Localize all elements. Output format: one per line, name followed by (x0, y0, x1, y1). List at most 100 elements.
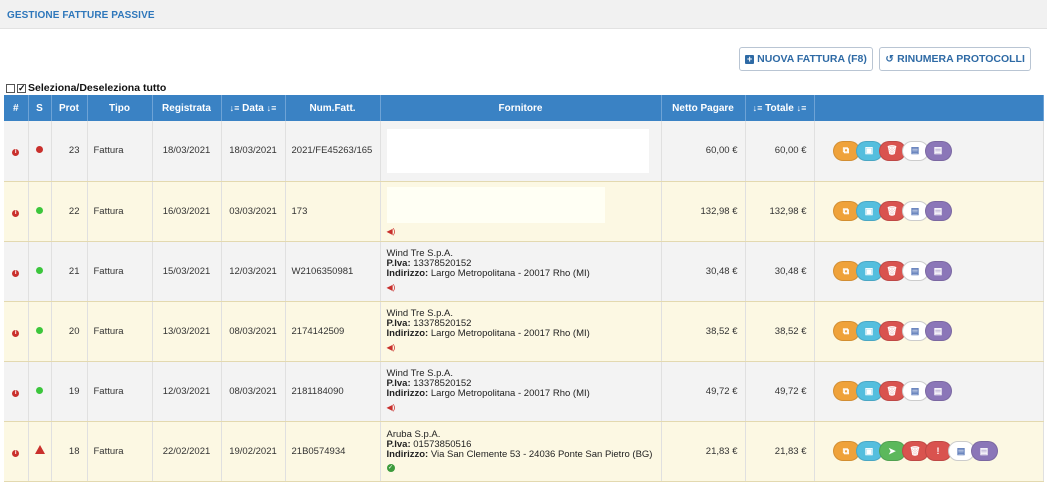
sort-desc-icon[interactable]: ↓≡ (267, 103, 277, 113)
money-icon: ▣ (864, 205, 874, 216)
row-numfatt: 173 (285, 181, 381, 242)
row-totale: 38,52 € (745, 301, 815, 362)
trash-icon: 🗑 (886, 145, 898, 156)
pdf-purple-button[interactable]: ▤ (924, 261, 952, 281)
pdf-icon: ▤ (979, 445, 989, 456)
info-icon[interactable]: i (12, 269, 20, 277)
speaker-icon[interactable]: ◀) (381, 227, 661, 236)
row-info[interactable]: i (4, 361, 29, 422)
info-icon[interactable]: i (12, 449, 20, 457)
plus-icon: + (745, 53, 755, 64)
row-registrata: 12/03/2021 (152, 361, 222, 422)
info-icon[interactable]: i (12, 149, 20, 157)
row-tipo: Fattura (87, 361, 153, 422)
speaker-icon[interactable]: ◀) (387, 403, 661, 413)
speaker-icon[interactable]: ◀) (387, 343, 661, 353)
pdf-purple-button[interactable]: ▤ (924, 140, 952, 161)
copy-icon: ⧉ (842, 325, 850, 336)
trash-icon: 🗑 (886, 385, 898, 396)
check-icon: ✓ (17, 82, 26, 93)
page-title: GESTIONE FATTURE PASSIVE (7, 10, 155, 21)
row-info[interactable]: i (4, 421, 29, 482)
row-actions: ⧉ ▣ 🗑 ▤ ▤ (814, 301, 1044, 362)
col-registrata[interactable]: Registrata (152, 95, 222, 121)
row-netto: 60,00 € (661, 121, 746, 182)
row-numfatt: W2106350981 (285, 241, 381, 302)
pdf-icon: ▤ (910, 325, 920, 336)
info-icon[interactable]: i (12, 209, 20, 217)
row-tipo: Fattura (87, 421, 153, 482)
select-all-label[interactable]: Seleziona/Deseleziona tutto (28, 82, 166, 94)
col-numfatt[interactable]: Num.Fatt. (285, 95, 381, 121)
info-icon[interactable]: i (12, 329, 20, 337)
status-dot-icon (36, 206, 43, 214)
row-registrata: 22/02/2021 (152, 421, 222, 482)
trash-icon: 🗑 (886, 265, 898, 276)
pdf-icon: ▤ (933, 385, 943, 396)
refresh-icon: ↺ (885, 53, 894, 65)
row-prot: 22 (51, 181, 88, 242)
pdf-purple-button[interactable]: ▤ (924, 201, 952, 221)
sort-desc-icon[interactable]: ↓≡ (797, 103, 807, 113)
pdf-icon: ▤ (933, 145, 943, 156)
pdf-icon: ▤ (910, 205, 920, 216)
pdf-purple-button[interactable]: ▤ (924, 381, 952, 401)
send-icon: ➤ (888, 445, 896, 456)
row-data: 19/02/2021 (221, 421, 286, 482)
table-row[interactable]: i 21 Fattura 15/03/2021 12/03/2021 W210635098… (4, 241, 1044, 302)
row-fornitore: Wind Tre S.p.A. P.Iva: 13378520152 Indiriz… (380, 361, 662, 422)
col-totale[interactable]: ↓≡ Totale ↓≡ (745, 95, 815, 121)
row-status (28, 181, 52, 242)
pdf-purple-button[interactable]: ▤ (970, 441, 998, 461)
table-row[interactable]: i 18 Fattura 22/02/2021 19/02/2021 21B0574934… (4, 421, 1044, 482)
row-fornitore (380, 121, 662, 182)
warning-icon (34, 445, 45, 454)
table-row[interactable]: i 23 Fattura 18/03/2021 18/03/2021 2021/FE452… (4, 121, 1044, 182)
row-info[interactable]: i (4, 241, 29, 302)
row-info[interactable]: i (4, 301, 29, 362)
table-row[interactable]: i 19 Fattura 12/03/2021 08/03/2021 2181184090… (4, 361, 1044, 422)
col-status: S (28, 95, 52, 121)
row-status (28, 301, 52, 362)
new-invoice-button[interactable]: + NUOVA FATTURA (F8) (739, 47, 873, 71)
pdf-icon: ▤ (910, 145, 920, 156)
col-hash: # (4, 95, 29, 121)
table-row[interactable]: i 22 Fattura 16/03/2021 03/03/2021 173 ◀) 132,9… (4, 181, 1044, 242)
trash-icon: 🗑 (886, 205, 898, 216)
row-status (28, 241, 52, 302)
table-row[interactable]: i 20 Fattura 13/03/2021 08/03/2021 2174142509… (4, 301, 1044, 362)
row-totale: 49,72 € (745, 361, 815, 422)
col-fornitore[interactable]: Fornitore (380, 95, 662, 121)
row-info[interactable]: i (4, 121, 29, 182)
page-header: GESTIONE FATTURE PASSIVE (0, 0, 1047, 29)
row-registrata: 13/03/2021 (152, 301, 222, 362)
sort-asc-icon[interactable]: ↓≡ (753, 103, 763, 113)
check-circle-icon: ✓ (386, 464, 395, 472)
sort-asc-icon[interactable]: ↓≡ (230, 103, 240, 113)
status-dot-icon (36, 326, 43, 334)
copy-icon: ⧉ (842, 265, 850, 276)
col-tipo[interactable]: Tipo (87, 95, 153, 121)
supplier-address: Via San Clemente 53 - 24036 Ponte San Pi… (430, 449, 653, 460)
select-all: ✓ Seleziona/Deseleziona tutto (6, 82, 166, 94)
renumber-button[interactable]: ↺ RINUMERA PROTOCOLLI (879, 47, 1031, 71)
row-numfatt: 2181184090 (285, 361, 381, 422)
col-data[interactable]: ↓≡ Data ↓≡ (221, 95, 286, 121)
row-prot: 20 (51, 301, 88, 362)
row-fornitore: Wind Tre S.p.A. P.Iva: 13378520152 Indiriz… (380, 241, 662, 302)
supplier-info: Wind Tre S.p.A. P.Iva: 13378520152 Indiriz… (381, 249, 661, 293)
col-prot[interactable]: Prot (51, 95, 88, 121)
row-actions: ⧉ ▣ 🗑 ▤ ▤ (814, 241, 1044, 302)
select-all-checkbox[interactable] (6, 83, 15, 93)
row-fornitore: Wind Tre S.p.A. P.Iva: 13378520152 Indiriz… (380, 301, 662, 362)
row-info[interactable]: i (4, 181, 29, 242)
speaker-icon[interactable]: ◀) (387, 283, 661, 293)
supplier-address: Largo Metropolitana - 20017 Rho (MI) (430, 328, 590, 339)
col-netto[interactable]: Netto Pagare (661, 95, 746, 121)
info-icon[interactable]: i (12, 389, 20, 397)
status-dot-icon (36, 386, 43, 394)
money-icon: ▣ (864, 265, 874, 276)
row-data: 18/03/2021 (221, 121, 286, 182)
pdf-purple-button[interactable]: ▤ (924, 321, 952, 341)
supplier-blank (386, 128, 649, 173)
